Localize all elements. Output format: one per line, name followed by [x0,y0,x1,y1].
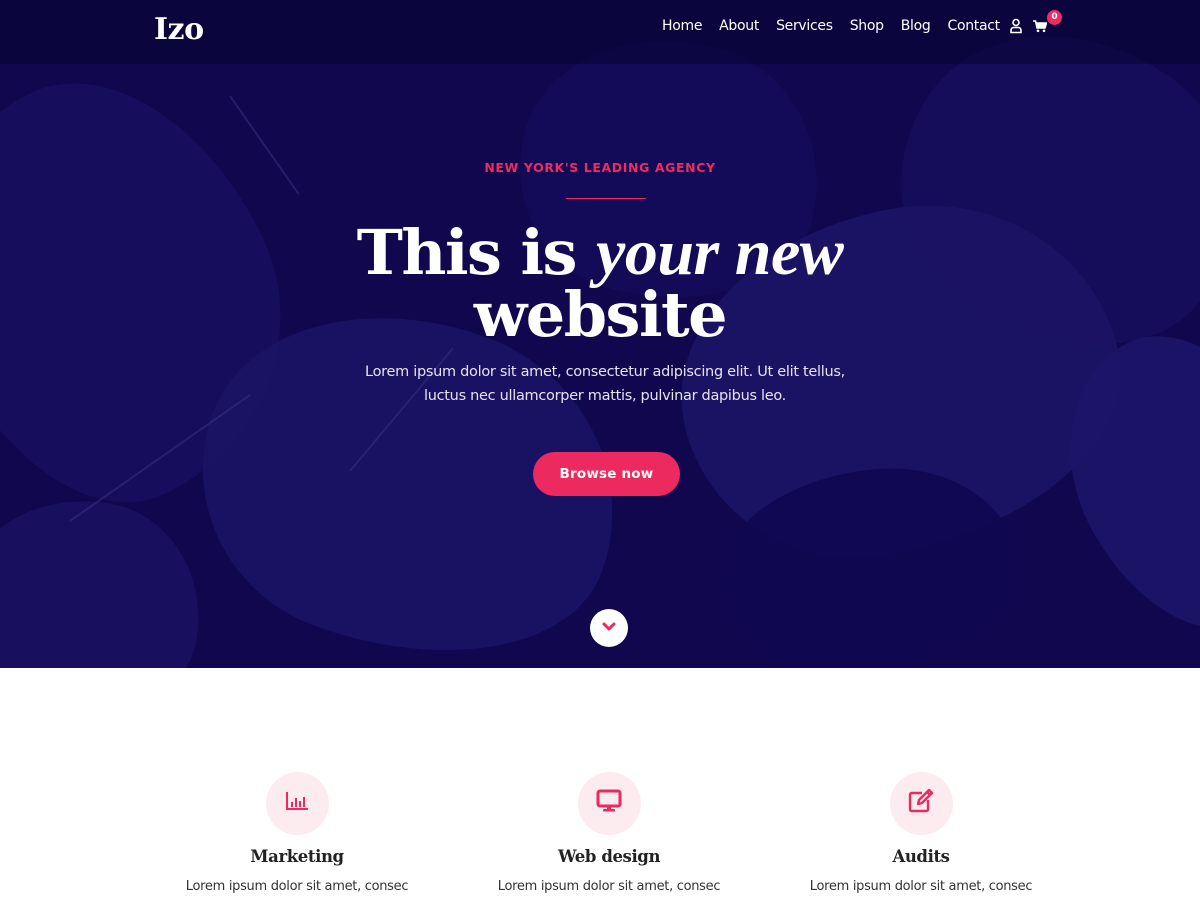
feature-icon-circle [265,772,329,835]
hero-subtext: Lorem ipsum dolor sit amet, consectetur … [365,364,845,404]
nav-contact[interactable]: Contact [947,18,1000,34]
feature-icon-circle [889,772,953,835]
site-logo[interactable]: Izo [154,12,204,47]
scroll-down-button[interactable] [590,609,628,647]
cart-icon[interactable] [1033,18,1048,34]
nav-home[interactable]: Home [662,18,702,34]
feature-title: Marketing [250,847,344,866]
feature-card-web-design: Web design Lorem ipsum dolor sit amet, c… [453,772,765,894]
feature-text: Lorem ipsum dolor sit amet, consec [497,879,721,894]
feature-card-audits: Audits Lorem ipsum dolor sit amet, conse… [765,772,1077,894]
nav-services[interactable]: Services [776,18,833,34]
cart-count-badge: 0 [1047,10,1062,25]
chevron-down-icon [602,619,616,637]
edit-icon [907,788,935,819]
bar-chart-icon [285,791,309,816]
browse-now-button[interactable]: Browse now [533,452,680,496]
feature-title: Web design [557,847,661,866]
headline-line2: website [473,278,728,351]
nav-shop[interactable]: Shop [850,18,884,34]
monitor-icon [596,789,622,818]
hero-section: Izo Home About Services Shop Blog Contac… [0,0,1200,668]
background-leaf [0,480,218,668]
feature-title: Audits [892,847,950,866]
feature-text: Lorem ipsum dolor sit amet, consec [809,879,1033,894]
hero-headline: This is your new website [0,220,1200,346]
feature-card-marketing: Marketing Lorem ipsum dolor sit amet, co… [141,772,453,894]
nav-blog[interactable]: Blog [901,18,931,34]
hero-eyebrow: NEW YORK'S LEADING AGENCY [484,160,716,175]
features-section: Marketing Lorem ipsum dolor sit amet, co… [0,668,1200,900]
nav-about[interactable]: About [719,18,759,34]
feature-icon-circle [577,772,641,835]
feature-text: Lorem ipsum dolor sit amet, consec [185,879,409,894]
background-vein [229,95,300,195]
user-icon[interactable] [1009,18,1023,34]
eyebrow-divider [566,198,646,199]
main-nav: Home About Services Shop Blog Contact [662,18,1017,34]
